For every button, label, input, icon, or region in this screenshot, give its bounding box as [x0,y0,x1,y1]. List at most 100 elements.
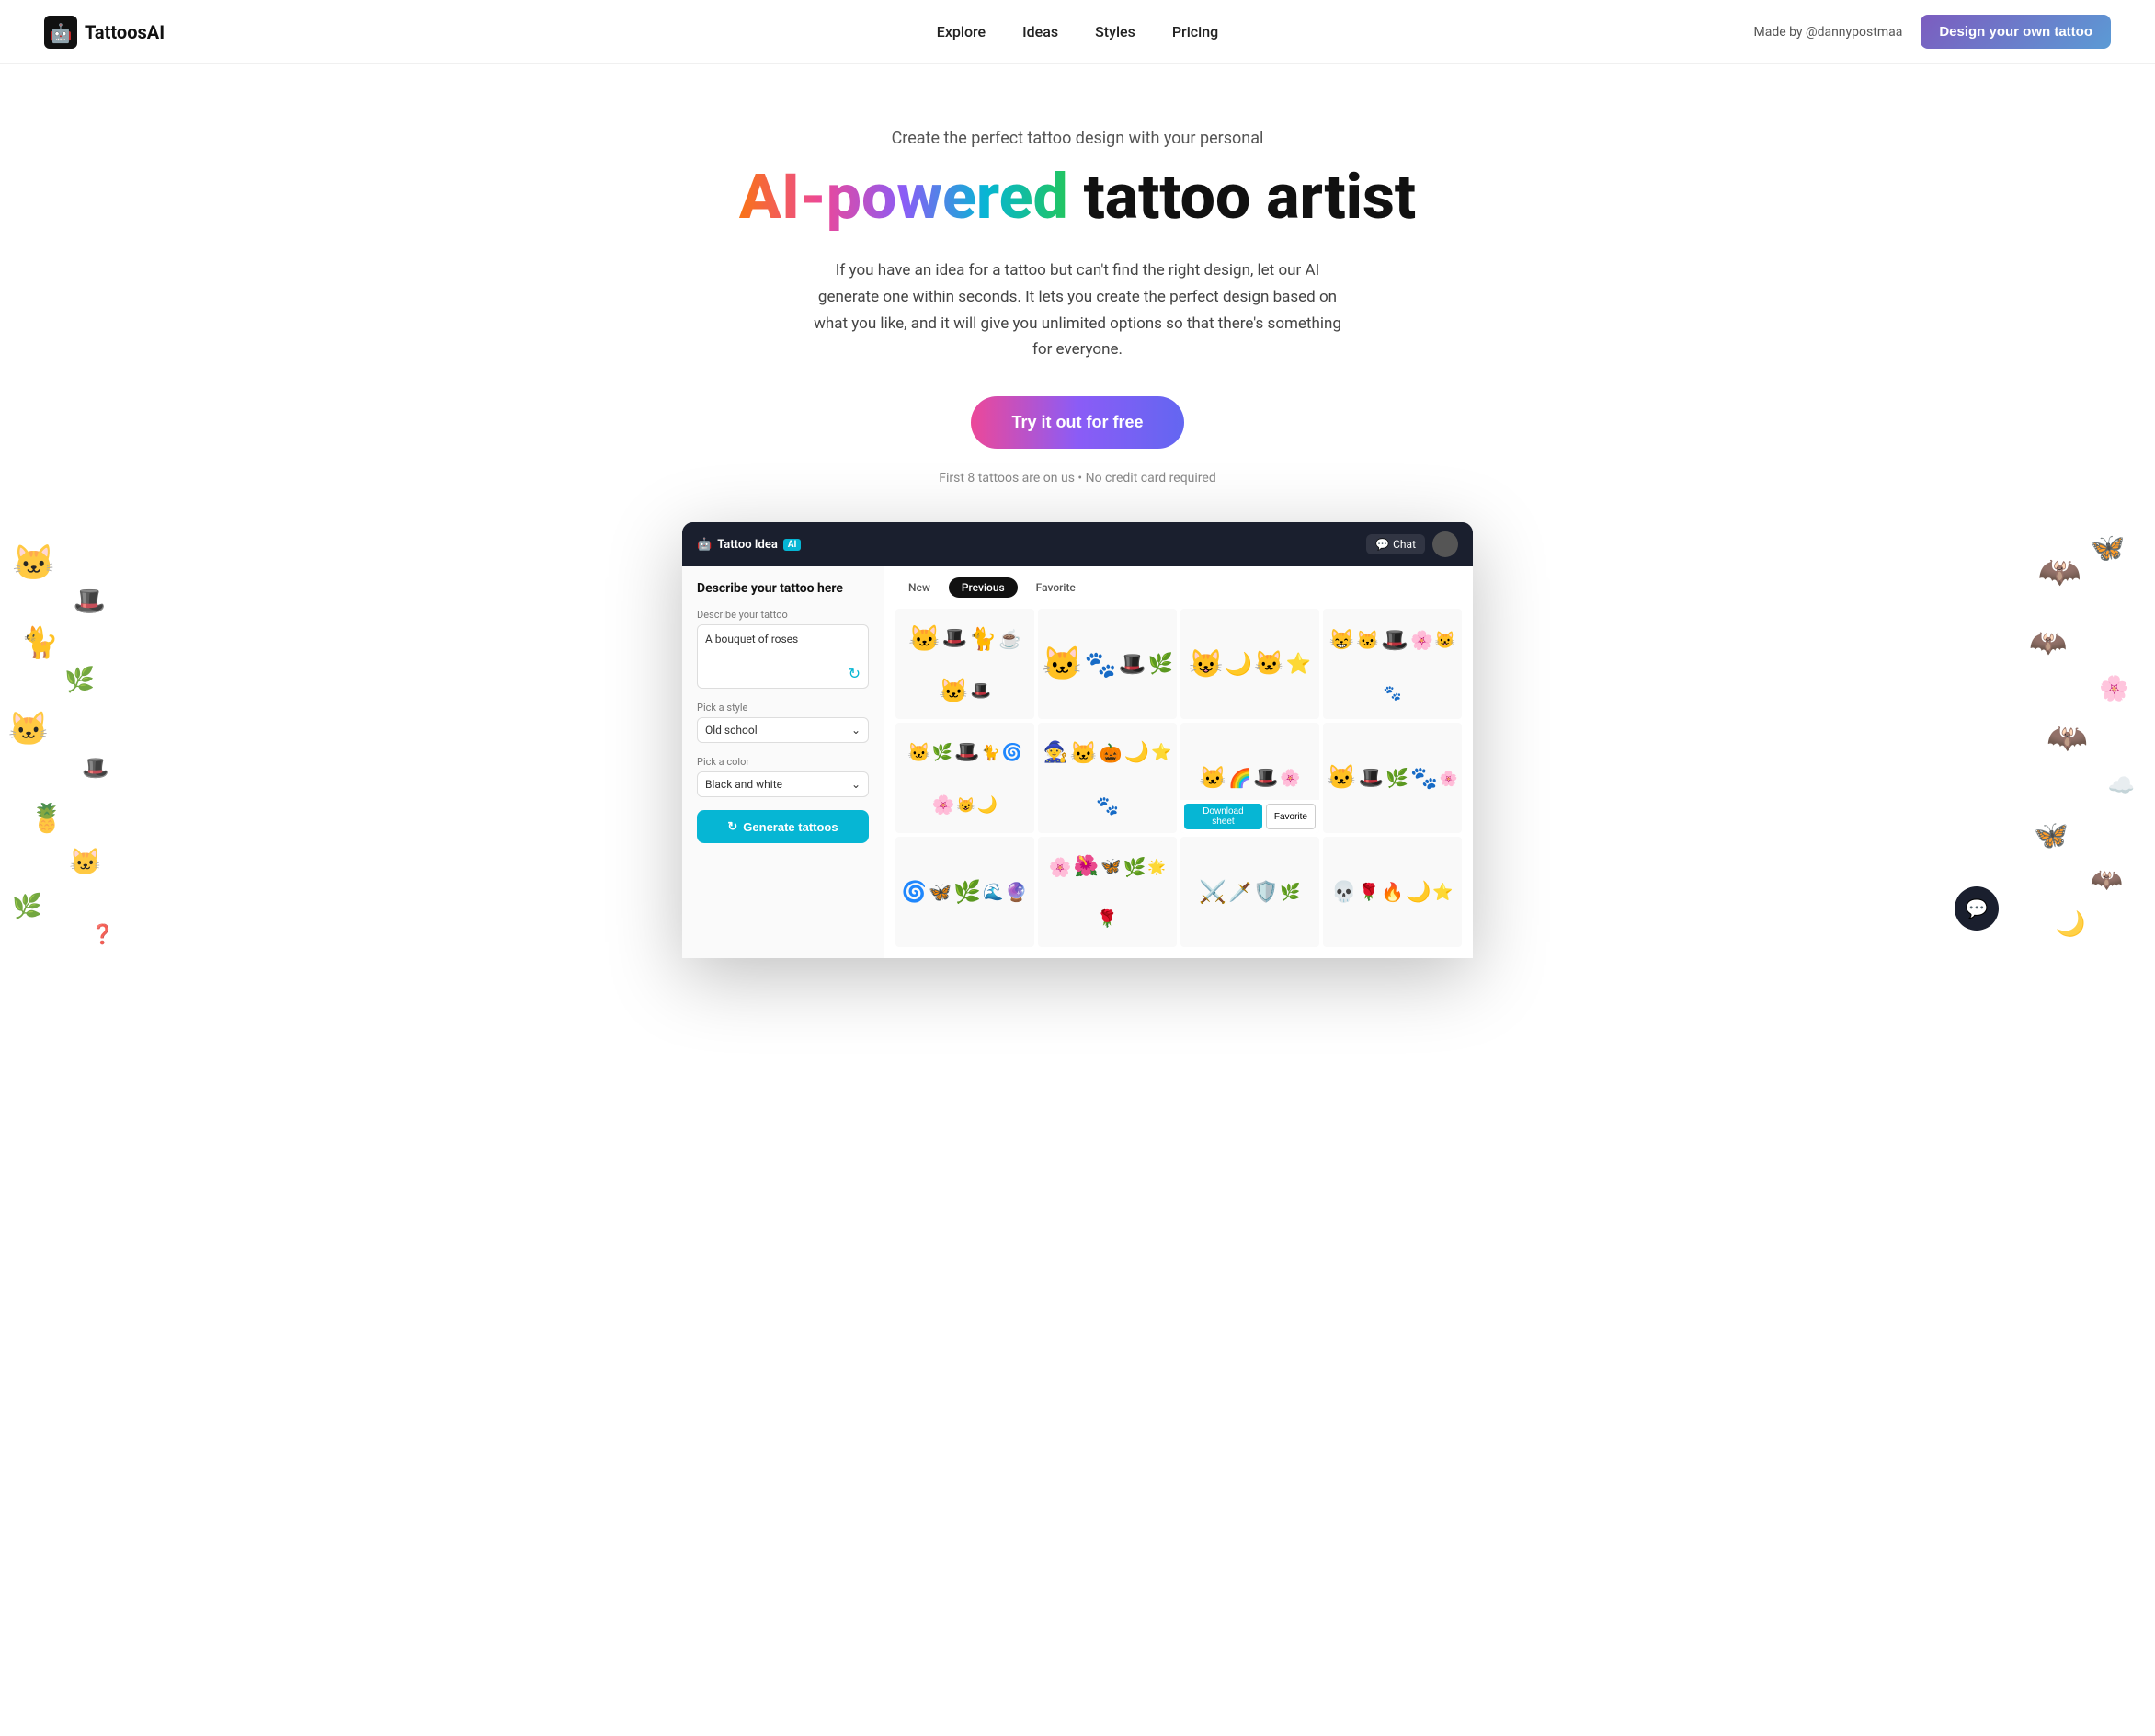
app-window-wrapper: 🤖 Tattoo Idea AI 💬 Chat Desc [682,522,1473,958]
right-deco-svg: 🦇 🦋 🦇 🌸 🦇 ☁️ 🦋 🦇 🌙 [2017,522,2155,958]
nav-made-by: Made by @dannypostmaa [1753,25,1902,40]
style-group: Pick a style Old school ⌄ [697,702,869,743]
tab-previous[interactable]: Previous [949,577,1018,598]
hero-title-gradient: AI-powered [739,160,1068,234]
color-value: Black and white [705,778,782,791]
svg-text:🦇: 🦇 [2047,719,2088,758]
tattoo-cell-4-content: 😸🐱 🎩🌸 😺🐾 [1323,609,1462,719]
cell-overlay-7: Download sheet Favorite [1180,800,1319,833]
svg-text:🎩: 🎩 [82,755,109,781]
svg-text:🦇: 🦇 [2091,865,2123,896]
app-window: 🤖 Tattoo Idea AI 💬 Chat Desc [682,522,1473,958]
tattoo-cell-8-content: 🐱🎩 🌿🐾 🌸 [1323,723,1462,833]
svg-text:🐱: 🐱 [8,710,50,748]
tattoo-cell-5[interactable]: 🐱🌿 🎩🐈 🌀🌸 😺🌙 [895,723,1034,833]
titlebar-logo-icon: 🤖 [697,538,712,552]
svg-text:🍍: 🍍 [29,802,64,835]
chevron-down-icon-2: ⌄ [851,778,861,791]
titlebar-left: 🤖 Tattoo Idea AI [697,538,801,552]
nav-explore[interactable]: Explore [937,23,986,40]
chevron-down-icon: ⌄ [851,724,861,737]
tattoo-description-input[interactable]: A bouquet of roses ↻ [697,624,869,689]
tattoo-cell-12-content: 💀🌹 🔥🌙 ⭐ [1323,837,1462,947]
favorite-button[interactable]: Favorite [1266,804,1316,829]
tattoo-cell-6[interactable]: 🧙🐱 🎃🌙 ⭐🐾 [1038,723,1177,833]
user-avatar [1432,531,1458,557]
style-label: Pick a style [697,702,869,714]
textarea-value: A bouquet of roses [705,633,798,645]
tattoo-cell-5-content: 🐱🌿 🎩🐈 🌀🌸 😺🌙 [895,723,1034,833]
tattoo-cell-1[interactable]: 🐱🎩 🐈☕ 🐱🎩 [895,609,1034,719]
hero-title: AI-powered tattoo artist [18,163,2137,232]
nav-right: Made by @dannypostmaa Design your own ta… [1753,15,2111,49]
hero-title-rest: tattoo artist [1068,160,1416,234]
hero-description: If you have an idea for a tattoo but can… [811,257,1344,364]
nav-styles[interactable]: Styles [1095,23,1135,40]
chat-label: Chat [1393,538,1416,551]
tattoo-cell-7[interactable]: 🐱🌈 🎩🌸 Download sheet Favorite [1180,723,1319,833]
tattoo-cell-3[interactable]: 😺🌙 🐱⭐ [1180,609,1319,719]
refresh-icon[interactable]: ↻ [849,665,861,682]
download-sheet-button[interactable]: Download sheet [1184,804,1262,829]
svg-text:🐈: 🐈 [21,625,59,662]
tab-new[interactable]: New [895,577,943,598]
tattoo-cell-6-content: 🧙🐱 🎃🌙 ⭐🐾 [1038,723,1177,833]
left-deco-svg: 🐱 🎩 🐈 🌿 🐱 🎩 🍍 🐱 🌿 ❓ [0,522,138,958]
app-body: Describe your tattoo here Describe your … [682,566,1473,958]
chat-bubble[interactable]: 💬 [1955,886,1999,931]
tabs-row: New Previous Favorite [895,577,1462,598]
tattoo-cell-9-content: 🌀🦋 🌿🌊 🔮 [895,837,1034,947]
tattoo-cell-11[interactable]: ⚔️🗡️ 🛡️🌿 [1180,837,1319,947]
panel-title: Describe your tattoo here [697,581,869,596]
svg-text:❓: ❓ [91,923,115,946]
tab-favorite[interactable]: Favorite [1023,577,1089,598]
color-select[interactable]: Black and white ⌄ [697,771,869,797]
textarea-label: Describe your tattoo [697,609,869,621]
tattoo-cell-2-content: 🐱🐾 🎩🌿 [1038,609,1177,719]
svg-text:🌿: 🌿 [12,892,42,921]
tattoo-cell-12[interactable]: 💀🌹 🔥🌙 ⭐ [1323,837,1462,947]
nav-ideas[interactable]: Ideas [1022,23,1058,40]
chat-button[interactable]: 💬 Chat [1366,534,1425,554]
navbar: 🤖 TattoosAI Explore Ideas Styles Pricing… [0,0,2155,64]
chat-bubble-icon: 💬 [1966,897,1989,919]
right-panel: New Previous Favorite 🐱🎩 🐈☕ 🐱🎩 [884,566,1473,958]
svg-text:🦇: 🦇 [2029,626,2067,662]
tattoo-cell-8[interactable]: 🐱🎩 🌿🐾 🌸 [1323,723,1462,833]
app-logo-small: 🤖 Tattoo Idea AI [697,538,801,552]
generate-icon: ↻ [727,819,737,834]
color-label: Pick a color [697,756,869,768]
tattoo-cell-4[interactable]: 😸🐱 🎩🌸 😺🐾 [1323,609,1462,719]
generate-button[interactable]: ↻ Generate tattoos [697,810,869,843]
hero-section: Create the perfect tattoo design with yo… [0,64,2155,522]
generate-label: Generate tattoos [743,820,838,834]
tattoo-grid: 🐱🎩 🐈☕ 🐱🎩 🐱🐾 🎩🌿 [895,609,1462,947]
nav-pricing[interactable]: Pricing [1172,23,1218,40]
tattoo-cell-10[interactable]: 🌸🌺 🦋🌿 🌟🌹 [1038,837,1177,947]
logo-icon: 🤖 [44,16,77,49]
svg-text:🌙: 🌙 [2056,909,2086,939]
left-panel: Describe your tattoo here Describe your … [682,566,884,958]
tattoo-cell-9[interactable]: 🌀🦋 🌿🌊 🔮 [895,837,1034,947]
color-group: Pick a color Black and white ⌄ [697,756,869,797]
right-decoration: 🦇 🦋 🦇 🌸 🦇 ☁️ 🦋 🦇 🌙 [2017,522,2155,958]
nav-logo[interactable]: 🤖 TattoosAI [44,16,165,49]
style-value: Old school [705,724,758,737]
tattoo-cell-11-content: ⚔️🗡️ 🛡️🌿 [1180,837,1319,947]
preview-section: 🐱 🎩 🐈 🌿 🐱 🎩 🍍 🐱 🌿 ❓ 🦇 🦋 🦇 🌸 🦇 ☁️ 🦋 🦇 🌙 [0,522,2155,958]
style-select[interactable]: Old school ⌄ [697,717,869,743]
app-titlebar: 🤖 Tattoo Idea AI 💬 Chat [682,522,1473,566]
svg-text:🤖: 🤖 [50,22,73,44]
svg-text:🌿: 🌿 [64,665,95,694]
svg-text:🎩: 🎩 [74,586,106,616]
nav-cta-button[interactable]: Design your own tattoo [1921,15,2111,49]
svg-text:🌸: 🌸 [2099,674,2129,703]
tattoo-cell-10-content: 🌸🌺 🦋🌿 🌟🌹 [1038,837,1177,947]
ai-badge: AI [783,539,802,551]
hero-cta-button[interactable]: Try it out for free [971,396,1183,449]
svg-text:🐱: 🐱 [12,543,55,584]
tattoo-cell-1-content: 🐱🎩 🐈☕ 🐱🎩 [895,609,1034,719]
hero-subtitle: Create the perfect tattoo design with yo… [18,129,2137,148]
svg-text:🦇: 🦇 [2038,553,2081,593]
tattoo-cell-2[interactable]: 🐱🐾 🎩🌿 [1038,609,1177,719]
